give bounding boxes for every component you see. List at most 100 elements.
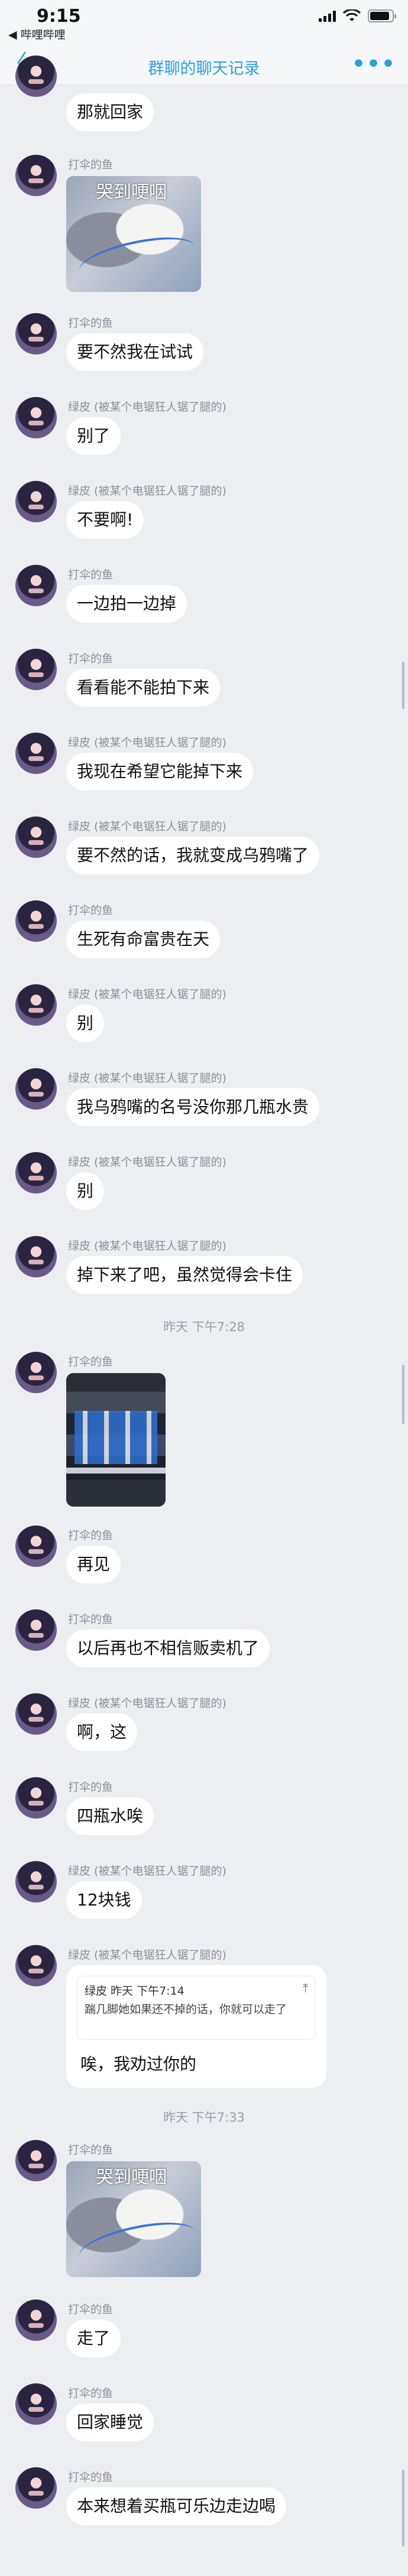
avatar[interactable] [15, 313, 57, 354]
message-row: 打伞的鱼 以后再也不相信贩卖机了 [0, 1609, 408, 1674]
message-bubble[interactable]: 看看能不能拍下来 [66, 669, 221, 707]
avatar[interactable] [15, 1609, 57, 1651]
avatar[interactable] [15, 1693, 57, 1735]
message-row: 绿皮 (被某个电锯狂人锯了腿的) 别 [0, 984, 408, 1049]
message-bubble[interactable]: 走了 [66, 2320, 121, 2357]
avatar[interactable] [15, 481, 57, 522]
message-bubble[interactable]: 四瓶水唉 [66, 1797, 154, 1835]
avatar[interactable] [15, 1945, 57, 1986]
sender-name: 绿皮 (被某个电锯狂人锯了腿的) [68, 1156, 226, 1169]
avatar[interactable] [15, 817, 57, 858]
avatar[interactable] [15, 1526, 57, 1567]
message-row: 绿皮 (被某个电锯狂人锯了腿的) 我乌鸦嘴的名号没你那几瓶水贵 [0, 1068, 408, 1133]
avatar[interactable] [15, 1068, 57, 1110]
avatar[interactable] [15, 2140, 57, 2181]
reply-text: 唉，我劝过你的 [80, 2054, 197, 2074]
avatar[interactable] [15, 56, 57, 97]
sender-name: 打伞的鱼 [68, 1613, 114, 1626]
message-bubble[interactable]: 再见 [66, 1546, 121, 1583]
quoted-message[interactable]: 绿皮 昨天 下午7:14 踹几脚她如果还不掉的话，你就可以走了 ⤒ [77, 1976, 316, 2040]
message-row: 打伞的鱼 要不然我在试试 [0, 313, 408, 378]
quote-body: 踹几脚她如果还不掉的话，你就可以走了 [85, 2003, 287, 2016]
message-bubble[interactable]: 掉下来了吧，虽然觉得会卡住 [66, 1256, 303, 1294]
back-to-app-link[interactable]: ◀ 哔哩哔哩 [8, 26, 66, 42]
scrollbar-thumb[interactable] [402, 662, 404, 709]
avatar[interactable] [15, 2467, 57, 2509]
quote-header: 绿皮 昨天 下午7:14 [85, 1985, 184, 1998]
avatar[interactable] [15, 2299, 57, 2341]
message-bubble[interactable]: 要不然的话，我就变成乌鸦嘴了 [66, 837, 320, 874]
image-message[interactable]: 哭到哽咽 [66, 176, 201, 292]
battery-icon [368, 9, 396, 22]
timestamp: 昨天 下午7:33 [163, 2110, 245, 2125]
message-bubble[interactable]: 本来想着买瓶可乐边走边喝 [66, 2487, 287, 2525]
avatar[interactable] [15, 984, 57, 1026]
photo-cable [75, 2214, 199, 2274]
message-bubble[interactable]: 我现在希望它能掉下来 [66, 753, 254, 791]
avatar[interactable] [15, 2383, 57, 2425]
message-bubble[interactable]: 要不然我在试试 [66, 333, 204, 371]
avatar[interactable] [15, 1236, 57, 1277]
jump-to-top-icon[interactable]: ⤒ [303, 1981, 308, 1995]
message-row: 打伞的鱼 [0, 1352, 408, 1517]
message-bubble[interactable]: 一边拍一边掉 [66, 585, 187, 623]
message-row: 绿皮 (被某个电锯狂人锯了腿的) 掉下来了吧，虽然觉得会卡住 [0, 1236, 408, 1301]
sender-name: 打伞的鱼 [68, 158, 114, 171]
sender-name: 打伞的鱼 [68, 904, 114, 917]
message-bubble[interactable]: 生死有命富贵在天 [66, 921, 221, 958]
message-row: 打伞的鱼 回家睡觉 [0, 2383, 408, 2448]
more-options-icon[interactable]: ••• [352, 52, 396, 76]
photo-bottles [75, 1411, 157, 1464]
avatar[interactable] [15, 1152, 57, 1193]
message-bubble[interactable]: 别了 [66, 417, 121, 455]
photo-caption-text: 哭到哽咽 [96, 2167, 167, 2188]
avatar[interactable] [15, 649, 57, 690]
avatar[interactable] [15, 1777, 57, 1819]
avatar[interactable] [15, 1352, 57, 1393]
sender-name: 绿皮 (被某个电锯狂人锯了腿的) [68, 988, 226, 1001]
message-bubble[interactable]: 回家睡觉 [66, 2403, 154, 2441]
message-row: 打伞的鱼 哭到哽咽 [0, 155, 408, 303]
sender-name: 打伞的鱼 [68, 2303, 114, 2316]
sender-name: 绿皮 (被某个电锯狂人锯了腿的) [68, 484, 226, 497]
image-message[interactable] [66, 1373, 166, 1507]
avatar[interactable] [15, 733, 57, 774]
message-row: 那就回家 [0, 56, 408, 138]
sender-name: 绿皮 (被某个电锯狂人锯了腿的) [68, 1072, 226, 1085]
scrollbar-thumb[interactable] [402, 2470, 404, 2546]
message-row: 绿皮 (被某个电锯狂人锯了腿的) 我现在希望它能掉下来 [0, 733, 408, 798]
message-bubble[interactable]: 那就回家 [66, 93, 154, 131]
message-row: 绿皮 (被某个电锯狂人锯了腿的) 12块钱 [0, 1861, 408, 1926]
message-bubble[interactable]: 别 [66, 1004, 105, 1042]
message-bubble[interactable]: 啊，这 [66, 1713, 138, 1751]
sender-name: 绿皮 (被某个电锯狂人锯了腿的) [68, 1949, 226, 1962]
sender-name: 打伞的鱼 [68, 1529, 114, 1542]
sender-name: 打伞的鱼 [68, 1781, 114, 1794]
message-bubble[interactable]: 别 [66, 1172, 105, 1210]
timestamp: 昨天 下午7:28 [163, 1320, 245, 1334]
reply-message[interactable]: 绿皮 昨天 下午7:14 踹几脚她如果还不掉的话，你就可以走了 ⤒ 唉，我劝过你… [66, 1965, 326, 2088]
message-row: 打伞的鱼 生死有命富贵在天 [0, 900, 408, 965]
photo-cable [75, 229, 199, 289]
photo-shelf [66, 1468, 166, 1474]
message-bubble[interactable]: 12块钱 [66, 1881, 142, 1919]
message-row: 打伞的鱼 再见 [0, 1526, 408, 1591]
sender-name: 绿皮 (被某个电锯狂人锯了腿的) [68, 820, 226, 833]
sender-name: 绿皮 (被某个电锯狂人锯了腿的) [68, 1865, 226, 1878]
sender-name: 打伞的鱼 [68, 568, 114, 581]
image-message[interactable]: 哭到哽咽 [66, 2161, 201, 2277]
sender-name: 打伞的鱼 [68, 2387, 114, 2400]
avatar[interactable] [15, 1861, 57, 1902]
message-row: 绿皮 (被某个电锯狂人锯了腿的) 别了 [0, 397, 408, 462]
avatar[interactable] [15, 397, 57, 438]
message-row: 绿皮 (被某个电锯狂人锯了腿的) 啊，这 [0, 1693, 408, 1758]
avatar[interactable] [15, 155, 57, 196]
avatar[interactable] [15, 565, 57, 606]
message-row: 打伞的鱼 一边拍一边掉 [0, 565, 408, 630]
sender-name: 打伞的鱼 [68, 317, 114, 330]
scrollbar-thumb[interactable] [402, 1365, 404, 1424]
message-bubble[interactable]: 我乌鸦嘴的名号没你那几瓶水贵 [66, 1088, 320, 1126]
message-bubble[interactable]: 以后再也不相信贩卖机了 [66, 1629, 270, 1667]
message-bubble[interactable]: 不要啊! [66, 501, 144, 539]
avatar[interactable] [15, 900, 57, 942]
